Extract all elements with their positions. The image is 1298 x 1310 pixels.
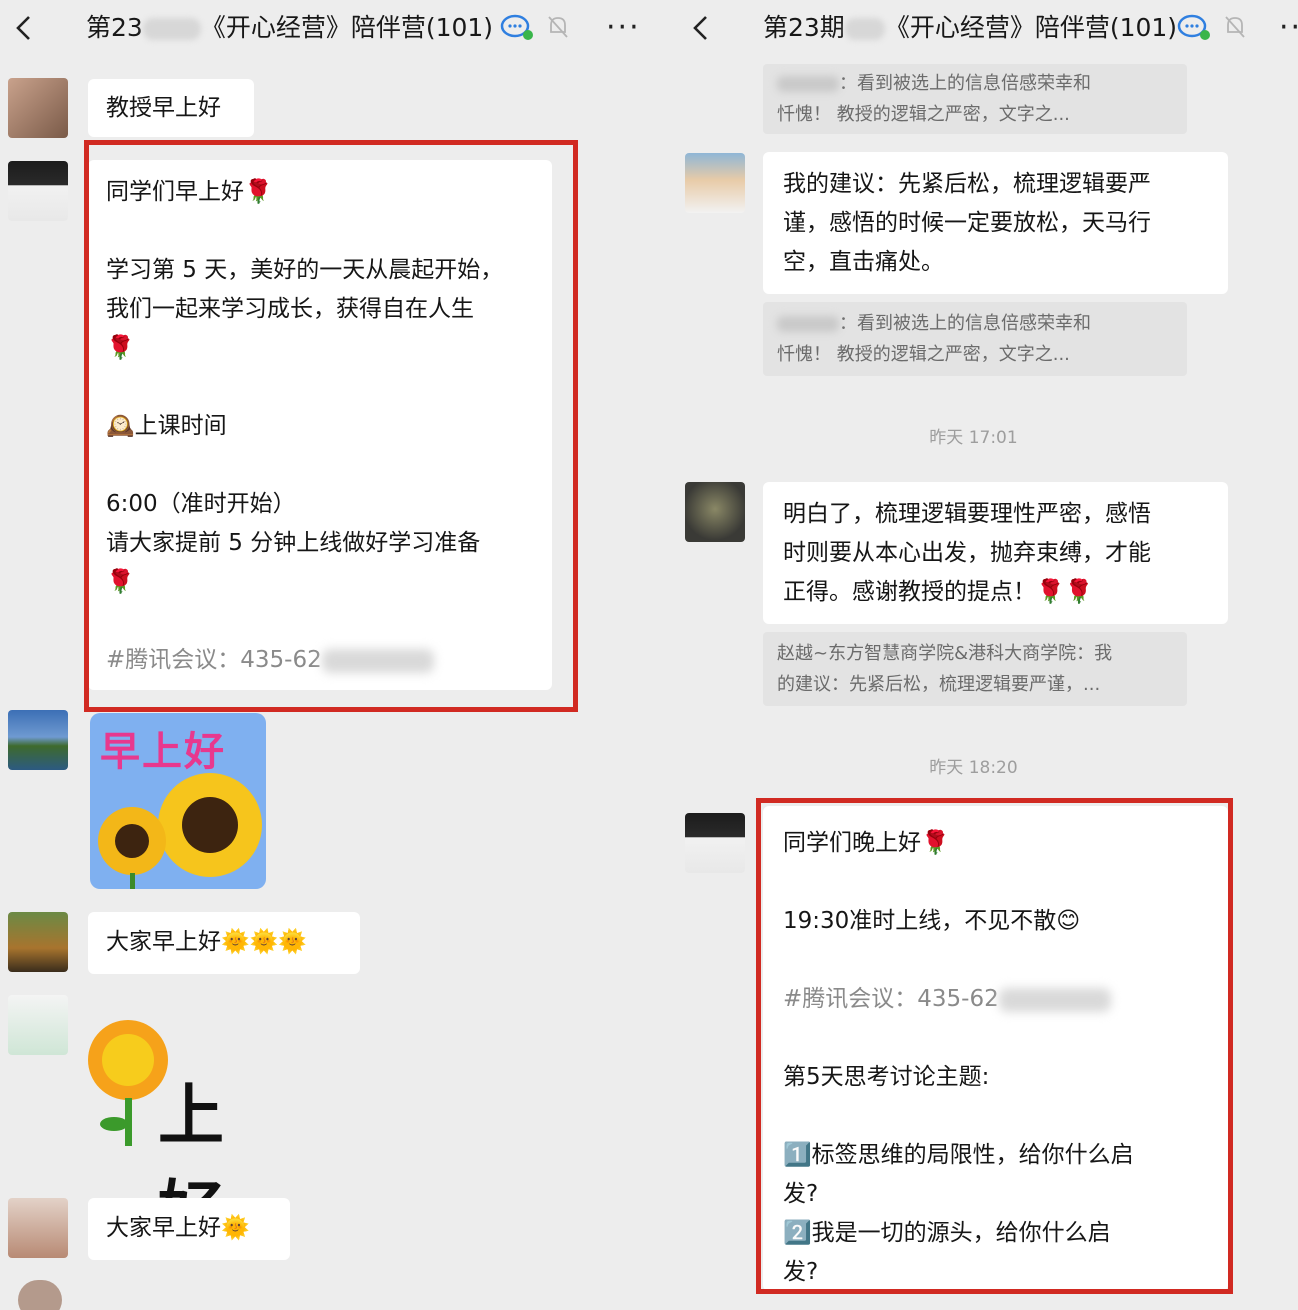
chat-title: 第23期 《开心经营》陪伴营(101) (763, 13, 1178, 42)
quoted-message[interactable]: 赵越~东方智慧商学院&港科大商学院：我 的建议：先紧后松，梳理逻辑要严谨，... (763, 632, 1187, 706)
message-bubble: 明白了，梳理逻辑要理性严密，感悟 时则要从本心出发，抛弃束缚，才能 正得。感谢教… (763, 482, 1228, 624)
message-bubble: 教授早上好 (88, 79, 254, 137)
message-bubble: 大家早上好🌞🌞🌞 (88, 912, 360, 974)
avatar[interactable] (8, 912, 68, 972)
avatar[interactable] (8, 78, 68, 138)
more-icon[interactable]: ·· (1279, 13, 1298, 43)
group-chat-icon[interactable] (1177, 14, 1213, 42)
sunflower-icon (98, 773, 262, 889)
good-morning-sticker[interactable]: 早上好 (90, 713, 266, 889)
quoted-message[interactable]: ：看到被选上的信息倍感荣幸和 忏愧！ 教授的逻辑之严密，文字之... (763, 302, 1187, 376)
avatar[interactable] (685, 482, 745, 542)
professor-avatar[interactable] (685, 153, 745, 213)
highlight-box (84, 140, 578, 712)
quoted-message[interactable]: ：看到被选上的信息倍感荣幸和 忏愧！ 教授的逻辑之严密，文字之... (763, 64, 1187, 134)
mute-bell-icon[interactable] (1223, 14, 1247, 40)
chat-header: 第23期《开心经营》陪伴营(101) ·· (649, 0, 1298, 56)
group-chat-icon[interactable] (500, 14, 536, 42)
more-icon[interactable]: ··· (606, 13, 641, 43)
timestamp: 昨天 17:01 (929, 428, 1018, 448)
chat-header: 第23 《开心经营》陪伴营(101) ··· (0, 0, 649, 56)
avatar[interactable] (8, 995, 68, 1055)
teacher-avatar[interactable] (8, 161, 68, 221)
message-bubble: 我的建议：先紧后松，梳理逻辑要严 谨，感悟的时候一定要放松，天马行 空，直击痛处… (763, 152, 1228, 294)
avatar[interactable] (18, 1280, 62, 1310)
back-icon[interactable] (687, 10, 715, 46)
back-icon[interactable] (10, 10, 38, 46)
left-chat-panel: 第23 《开心经营》陪伴营(101) ··· 教授早上好 同学们早上好🌹 学习第 … (0, 0, 649, 1310)
right-chat-panel: 第23期《开心经营》陪伴营(101) ·· ：看到被选上的信息倍感荣幸和 忏愧！… (649, 0, 1298, 1310)
mute-bell-icon[interactable] (546, 14, 570, 40)
highlight-box (756, 798, 1233, 1294)
teacher-avatar[interactable] (685, 813, 745, 873)
message-bubble: 大家早上好🌞 (88, 1198, 290, 1260)
timestamp: 昨天 18:20 (929, 758, 1018, 778)
avatar[interactable] (8, 710, 68, 770)
avatar[interactable] (8, 1198, 68, 1258)
sunflower-sticker[interactable]: 上好 (86, 1020, 276, 1250)
chat-title: 第23 《开心经营》陪伴营(101) (86, 13, 494, 42)
